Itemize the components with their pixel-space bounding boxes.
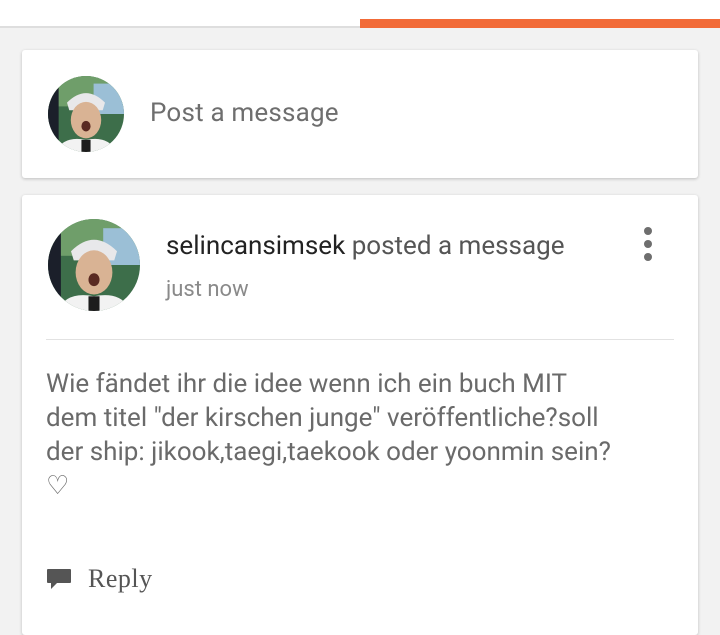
post-message-input[interactable]: Post a message [150, 98, 339, 128]
avatar[interactable] [48, 76, 124, 152]
tab-bar [0, 0, 720, 28]
author-name[interactable]: selincansimsek [166, 231, 345, 261]
avatar-image [48, 76, 124, 152]
post-timestamp: just now [166, 277, 249, 302]
author-avatar-image [48, 219, 140, 311]
post-action-text: posted a message [345, 231, 565, 261]
more-options-button[interactable] [634, 227, 662, 267]
post-body-text: Wie fändet ihr die idee wenn ich ein buc… [46, 369, 611, 501]
reply-button[interactable]: Reply [46, 561, 153, 597]
post-card: selincansimsek posted a message just now… [22, 195, 698, 635]
tab-underline-inactive [0, 26, 360, 28]
speech-bubble-icon [47, 569, 71, 589]
more-vert-icon [634, 227, 662, 261]
divider [46, 339, 674, 340]
tab-indicator-active[interactable] [360, 19, 720, 28]
reply-label: Reply [88, 564, 153, 593]
compose-card[interactable]: Post a message [22, 50, 698, 178]
post-header: selincansimsek posted a message [166, 231, 565, 261]
author-avatar[interactable] [48, 219, 140, 311]
